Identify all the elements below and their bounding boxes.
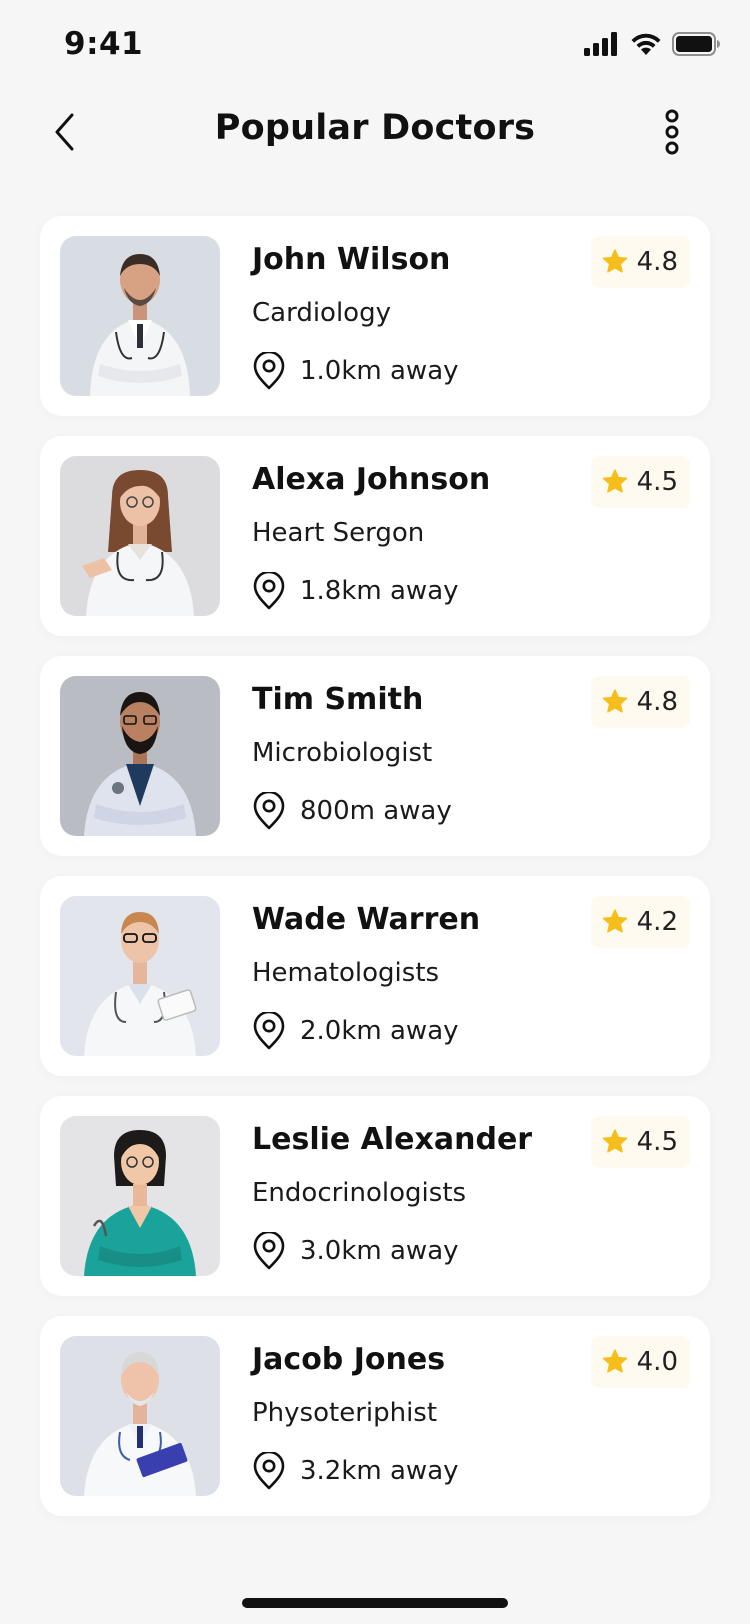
home-indicator[interactable] xyxy=(242,1598,508,1608)
star-icon xyxy=(602,689,627,713)
star-icon xyxy=(602,1129,627,1153)
page-title: Popular Doctors xyxy=(214,108,536,148)
rating-value: 4.0 xyxy=(636,1347,678,1377)
doctor-distance: 1.0km away xyxy=(252,352,459,390)
rating-badge: 4.8 xyxy=(590,236,690,288)
more-vertical-icon xyxy=(665,109,679,155)
star-icon xyxy=(602,1349,627,1373)
distance-text: 3.0km away xyxy=(300,1236,459,1266)
distance-text: 800m away xyxy=(300,796,452,826)
wifi-icon xyxy=(631,33,661,55)
doctor-specialty: Hematologists xyxy=(252,958,440,988)
doctor-card[interactable]: Jacob Jones Physoteriphist 3.2km away 4.… xyxy=(40,1316,710,1516)
doctor-specialty: Physoteriphist xyxy=(252,1398,438,1428)
doctor-list: John Wilson Cardiology 1.0km away 4.8 Al… xyxy=(40,216,710,1536)
location-pin-icon xyxy=(253,352,285,390)
location-pin-icon xyxy=(253,1452,285,1490)
rating-value: 4.8 xyxy=(636,687,678,717)
location-pin-icon xyxy=(253,1012,285,1050)
doctor-photo xyxy=(60,896,220,1056)
status-time: 9:41 xyxy=(64,26,144,62)
location-pin-icon xyxy=(253,572,285,610)
star-icon xyxy=(602,249,627,273)
rating-badge: 4.5 xyxy=(590,456,690,508)
rating-value: 4.2 xyxy=(636,907,678,937)
battery-icon xyxy=(672,32,720,56)
doctor-photo xyxy=(60,1116,220,1276)
rating-value: 4.8 xyxy=(636,247,678,277)
rating-badge: 4.5 xyxy=(590,1116,690,1168)
doctor-name: Alexa Johnson xyxy=(252,462,491,497)
distance-text: 2.0km away xyxy=(300,1016,459,1046)
doctor-name: John Wilson xyxy=(252,242,451,277)
doctor-distance: 1.8km away xyxy=(252,572,459,610)
rating-badge: 4.8 xyxy=(590,676,690,728)
location-pin-icon xyxy=(253,792,285,830)
doctor-card[interactable]: Leslie Alexander Endocrinologists 3.0km … xyxy=(40,1096,710,1296)
doctor-distance: 800m away xyxy=(252,792,452,830)
doctor-distance: 3.0km away xyxy=(252,1232,459,1270)
location-pin-icon xyxy=(253,1232,285,1270)
doctor-specialty: Endocrinologists xyxy=(252,1178,467,1208)
rating-badge: 4.2 xyxy=(590,896,690,948)
doctor-card[interactable]: Alexa Johnson Heart Sergon 1.8km away 4.… xyxy=(40,436,710,636)
distance-text: 3.2km away xyxy=(300,1456,459,1486)
doctor-distance: 2.0km away xyxy=(252,1012,459,1050)
doctor-card[interactable]: John Wilson Cardiology 1.0km away 4.8 xyxy=(40,216,710,416)
doctor-card[interactable]: Wade Warren Hematologists 2.0km away 4.2 xyxy=(40,876,710,1076)
status-icons xyxy=(584,32,720,56)
doctor-name: Tim Smith xyxy=(252,682,424,717)
doctor-photo xyxy=(60,236,220,396)
doctor-name: Leslie Alexander xyxy=(252,1122,533,1157)
header: Popular Doctors xyxy=(0,96,750,168)
doctor-specialty: Heart Sergon xyxy=(252,518,425,548)
star-icon xyxy=(602,909,627,933)
star-icon xyxy=(602,469,627,493)
doctor-specialty: Microbiologist xyxy=(252,738,433,768)
distance-text: 1.8km away xyxy=(300,576,459,606)
doctor-specialty: Cardiology xyxy=(252,298,391,328)
doctor-card[interactable]: Tim Smith Microbiologist 800m away 4.8 xyxy=(40,656,710,856)
distance-text: 1.0km away xyxy=(300,356,459,386)
cellular-signal-icon xyxy=(584,32,617,56)
status-bar: 9:41 xyxy=(0,0,750,90)
doctor-photo xyxy=(60,456,220,616)
doctor-photo xyxy=(60,676,220,836)
rating-value: 4.5 xyxy=(636,1127,678,1157)
more-options-button[interactable] xyxy=(660,108,684,156)
doctor-name: Wade Warren xyxy=(252,902,481,937)
rating-badge: 4.0 xyxy=(590,1336,690,1388)
rating-value: 4.5 xyxy=(636,467,678,497)
doctor-distance: 3.2km away xyxy=(252,1452,459,1490)
doctor-photo xyxy=(60,1336,220,1496)
doctor-name: Jacob Jones xyxy=(252,1342,446,1377)
